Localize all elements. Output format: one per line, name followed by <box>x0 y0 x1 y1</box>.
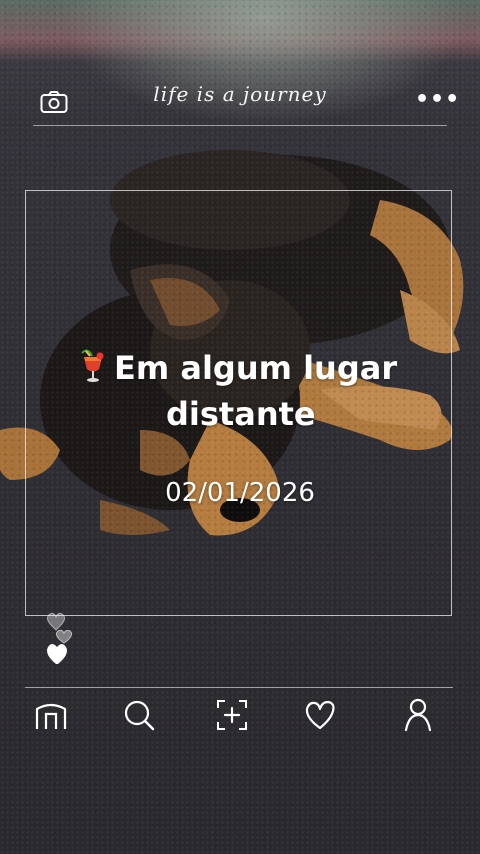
more-dots-icon[interactable]: ••• <box>415 89 460 111</box>
bottom-divider <box>25 687 453 688</box>
reaction-hearts[interactable] <box>40 610 80 670</box>
heart-outline-icon <box>46 612 66 631</box>
heart-filled-icon <box>47 644 67 664</box>
top-divider <box>33 125 447 126</box>
search-icon[interactable] <box>121 697 157 733</box>
add-post-icon[interactable] <box>214 697 250 733</box>
headline-line-1: Em algum lugar <box>114 349 398 387</box>
post-date: 02/01/2026 <box>165 478 315 508</box>
heart-outline-icon <box>55 629 73 644</box>
post-headline: Em algum lugar distante <box>78 345 438 437</box>
home-icon[interactable] <box>33 697 69 733</box>
headline-line-2: distante <box>166 395 316 433</box>
profile-icon[interactable] <box>400 697 436 733</box>
bottom-nav <box>0 697 480 737</box>
page-title: life is a journey <box>153 82 327 106</box>
tropical-drink-icon <box>81 349 104 382</box>
likes-heart-icon[interactable] <box>302 697 338 733</box>
